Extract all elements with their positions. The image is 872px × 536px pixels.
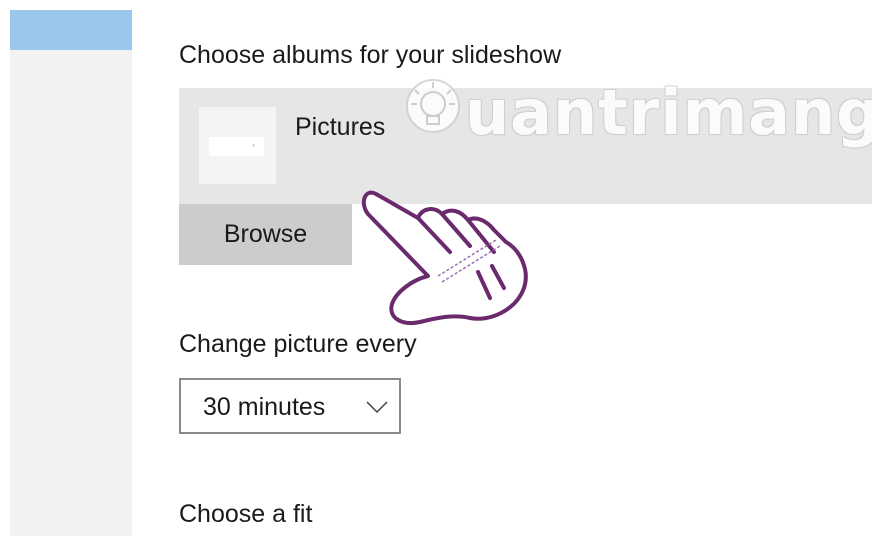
album-label: Pictures <box>295 113 386 141</box>
album-tile-pictures[interactable]: Pictures <box>179 88 872 204</box>
interval-selected-value: 30 minutes <box>203 393 326 421</box>
navigation-pane <box>10 10 132 536</box>
album-thumbnail <box>199 107 276 184</box>
albums-section-title: Choose albums for your slideshow <box>179 41 562 69</box>
interval-dropdown[interactable]: 30 minutes <box>179 378 401 434</box>
hand-pointer-icon <box>361 190 528 325</box>
fit-section-title: Choose a fit <box>179 500 313 528</box>
browse-button[interactable]: Browse <box>179 204 352 265</box>
selected-nav-item[interactable] <box>10 10 132 50</box>
interval-section-title: Change picture every <box>179 330 417 358</box>
folder-placeholder-icon <box>209 137 264 156</box>
chevron-down-icon <box>366 401 388 414</box>
